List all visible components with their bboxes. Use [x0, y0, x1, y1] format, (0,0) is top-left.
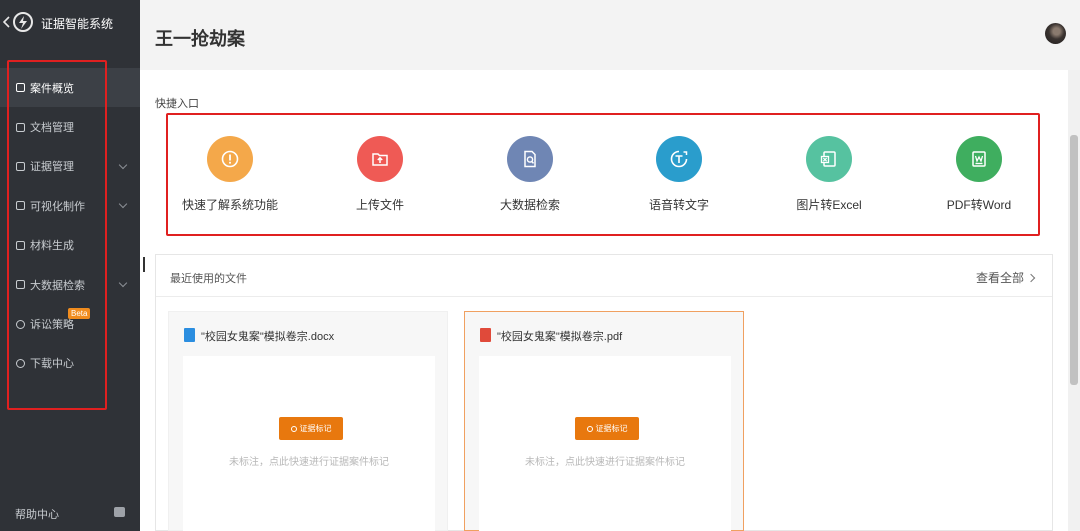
word-file-icon	[184, 328, 195, 342]
text-cursor	[143, 257, 145, 272]
pdf-file-icon	[480, 328, 491, 342]
pdf-to-word-icon	[956, 136, 1002, 182]
quick-entry-label: PDF转Word	[946, 198, 1012, 212]
evidence-mark-button[interactable]: 证据标记	[279, 417, 343, 440]
search-icon	[586, 425, 593, 432]
header: 王一抢劫案	[140, 0, 1080, 70]
quick-entry-title: 快捷入口	[155, 98, 199, 110]
image-to-excel-icon	[806, 136, 852, 182]
back-arrow-icon[interactable]	[3, 16, 11, 28]
quick-entry-system-intro[interactable]: 快速了解系统功能	[155, 136, 305, 213]
chevron-right-icon	[1026, 273, 1036, 283]
recent-files-header: 最近使用的文件 查看全部	[156, 255, 1052, 297]
quick-entry-label: 快速了解系统功能	[181, 198, 278, 212]
file-name: "校园女鬼案"模拟卷宗.docx	[201, 331, 335, 343]
evidence-mark-label: 证据标记	[595, 424, 628, 433]
app-title: 证据智能系统	[41, 17, 114, 31]
annotation-highlight-nav	[7, 60, 107, 410]
sidebar: 证据智能系统 案件概览 文档管理 证据管理 可视化制作 材料生成 大数据检索 诉…	[0, 0, 140, 531]
speech-to-text-icon	[656, 136, 702, 182]
view-all-link[interactable]: 查看全部	[975, 269, 1036, 286]
evidence-mark-label: 证据标记	[299, 424, 332, 433]
avatar[interactable]	[1045, 23, 1066, 44]
evidence-mark-button[interactable]: 证据标记	[575, 417, 639, 440]
recent-files-title: 最近使用的文件	[170, 273, 247, 285]
document-search-icon	[507, 136, 553, 182]
logo-icon	[13, 12, 33, 32]
scrollbar[interactable]	[1068, 70, 1080, 531]
info-icon	[207, 136, 253, 182]
chevron-down-icon	[118, 278, 128, 288]
quick-entry-label: 图片转Excel	[796, 198, 862, 212]
app-window: 证据智能系统 案件概览 文档管理 证据管理 可视化制作 材料生成 大数据检索 诉…	[0, 0, 1080, 531]
recent-file-card[interactable]: "校园女鬼案"模拟卷宗.docx 证据标记 未标注，点此快速进行证据案件标记	[168, 311, 448, 531]
file-preview: 证据标记 未标注，点此快速进行证据案件标记	[183, 356, 435, 531]
search-icon	[290, 425, 297, 432]
quick-entry-upload[interactable]: 上传文件	[305, 136, 455, 213]
view-all-label: 查看全部	[975, 271, 1024, 285]
file-card-header: "校园女鬼案"模拟卷宗.pdf	[465, 312, 743, 356]
file-card-header: "校园女鬼案"模拟卷宗.docx	[169, 312, 447, 356]
file-name: "校园女鬼案"模拟卷宗.pdf	[497, 331, 623, 343]
unannotated-hint: 未标注，点此快速进行证据案件标记	[525, 457, 685, 468]
quick-entry-label: 语音转文字	[648, 198, 709, 212]
help-center-link[interactable]: 帮助中心	[15, 506, 59, 522]
recent-file-card[interactable]: "校园女鬼案"模拟卷宗.pdf 证据标记 未标注，点此快速进行证据案件标记	[464, 311, 744, 531]
page-title: 王一抢劫案	[155, 29, 245, 49]
quick-entry-image-to-excel[interactable]: 图片转Excel	[754, 136, 904, 213]
logo-row: 证据智能系统	[0, 0, 140, 44]
quick-entry-label: 上传文件	[355, 198, 404, 212]
quick-entry-label: 大数据检索	[499, 198, 560, 212]
upload-folder-icon	[357, 136, 403, 182]
chevron-down-icon	[118, 160, 128, 170]
quick-entry-speech-to-text[interactable]: 语音转文字	[604, 136, 754, 213]
collapse-sidebar-icon[interactable]	[114, 507, 125, 517]
scrollbar-thumb[interactable]	[1070, 135, 1078, 385]
quick-entry-big-data-search[interactable]: 大数据检索	[455, 136, 605, 213]
quick-entry-pdf-to-word[interactable]: PDF转Word	[904, 136, 1054, 213]
file-preview: 证据标记 未标注，点此快速进行证据案件标记	[479, 356, 731, 531]
unannotated-hint: 未标注，点此快速进行证据案件标记	[229, 457, 389, 468]
chevron-down-icon	[118, 199, 128, 209]
